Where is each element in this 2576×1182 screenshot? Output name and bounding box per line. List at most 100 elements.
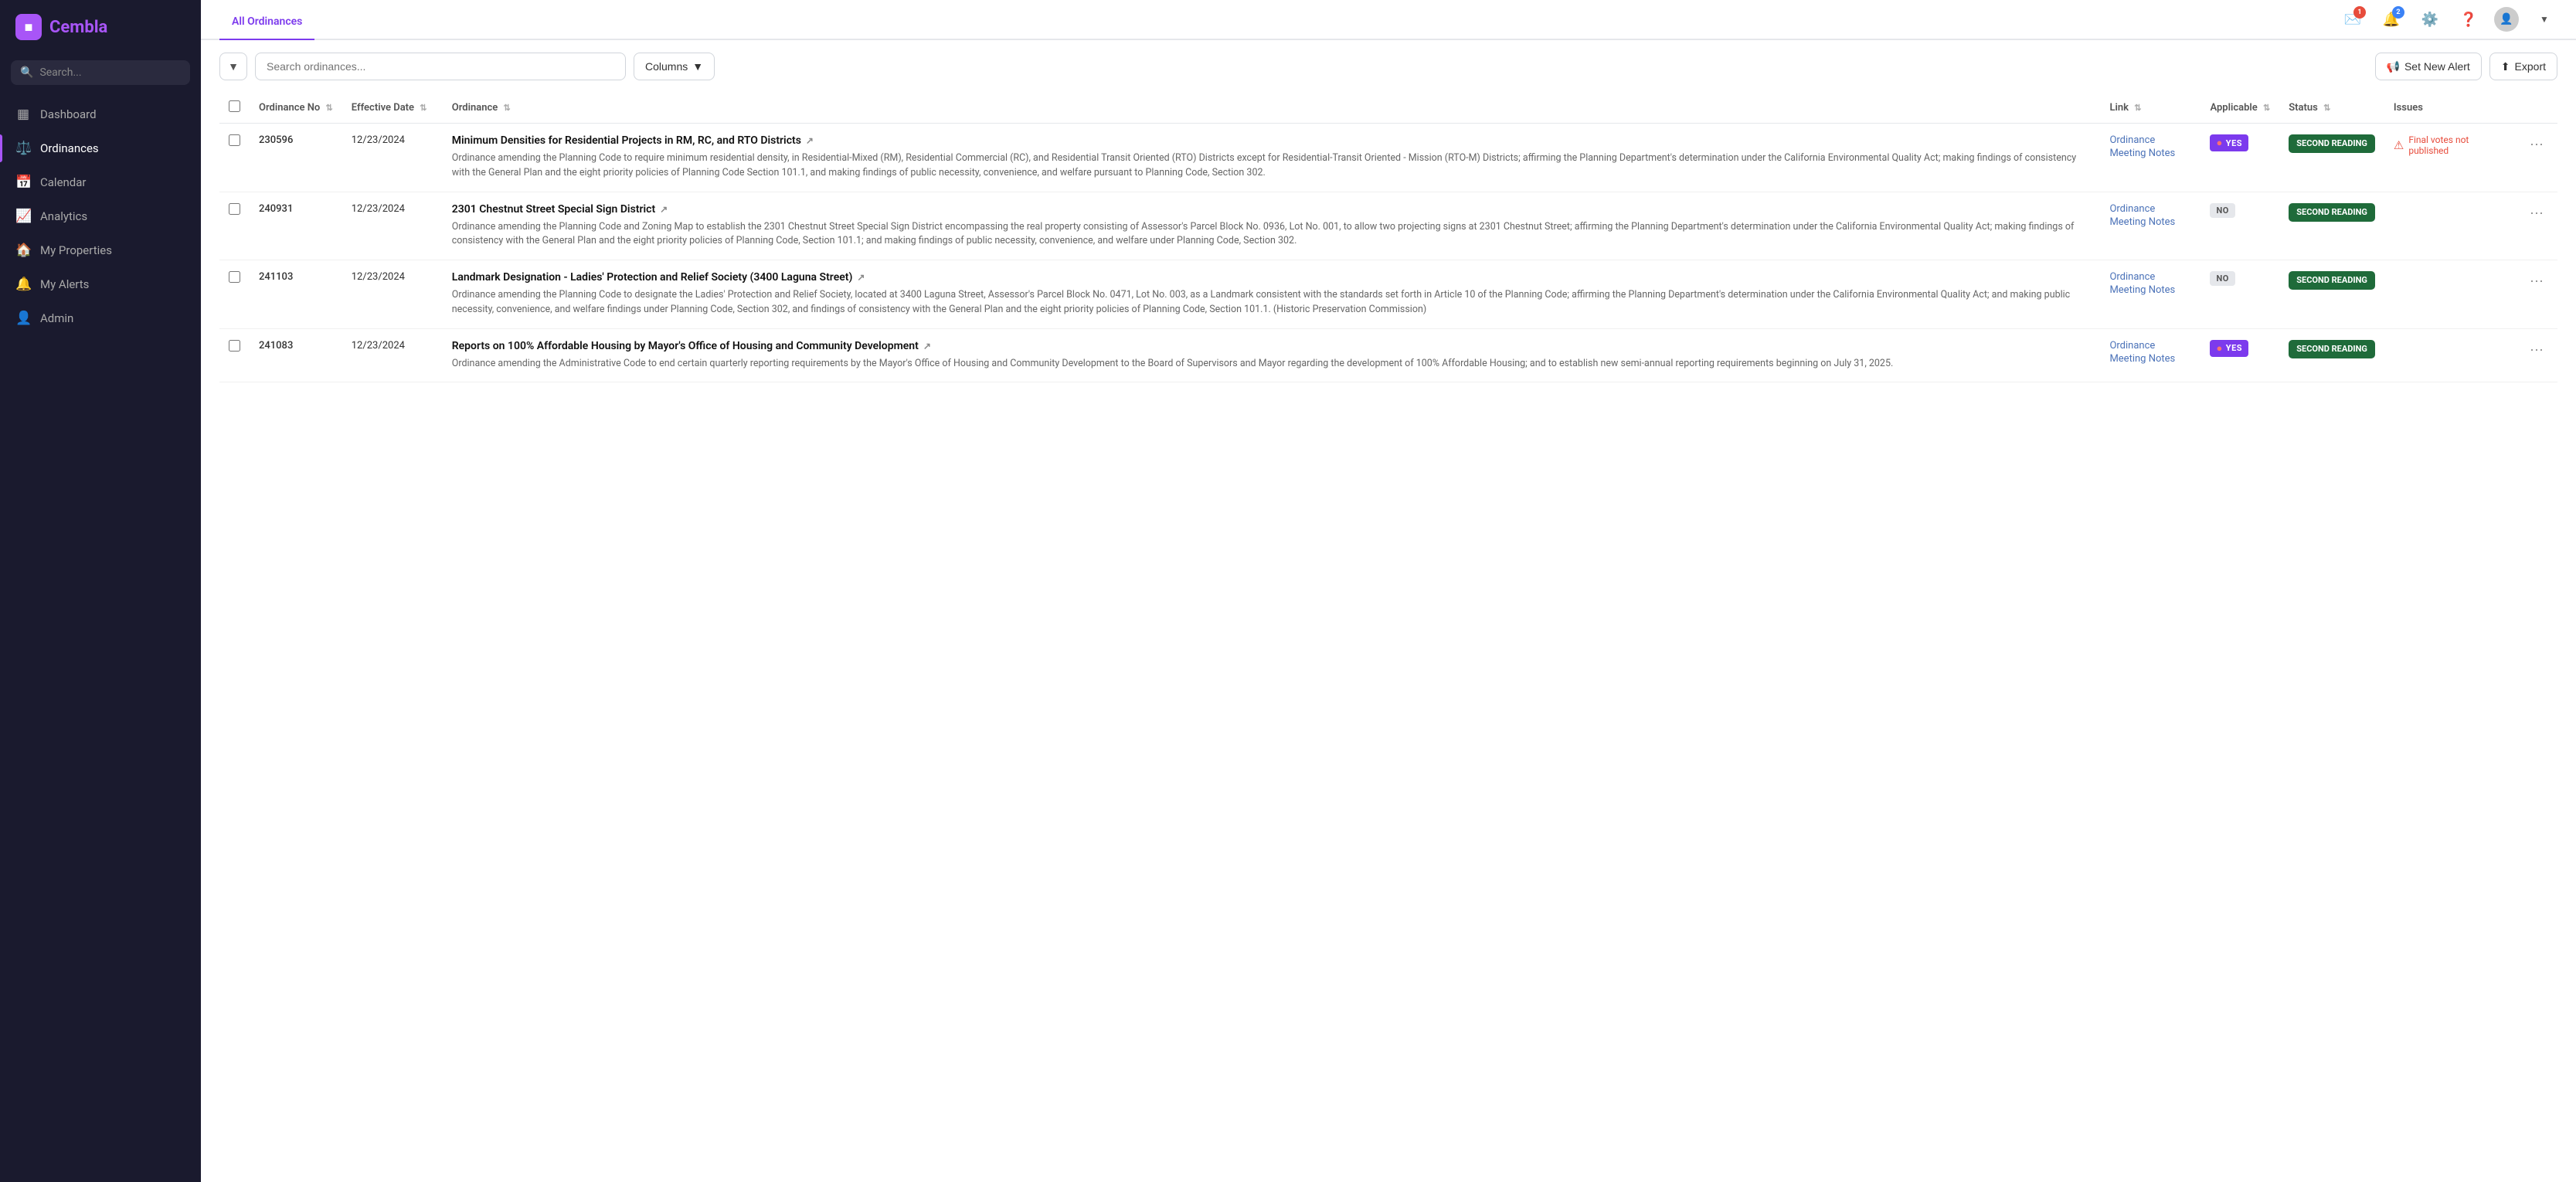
- row-more-button[interactable]: ···: [2525, 271, 2548, 290]
- sidebar-item-my-alerts[interactable]: 🔔 My Alerts: [0, 267, 201, 301]
- ordinance-title: Minimum Densities for Residential Projec…: [452, 134, 2092, 147]
- admin-icon: 👤: [15, 311, 31, 326]
- logo-icon: ■: [15, 14, 42, 40]
- ordinance-title: Reports on 100% Affordable Housing by Ma…: [452, 340, 2092, 352]
- help-button[interactable]: ❓: [2455, 6, 2482, 32]
- ordinance-title: 2301 Chestnut Street Special Sign Distri…: [452, 203, 2092, 216]
- row-more-button[interactable]: ···: [2525, 203, 2548, 222]
- row-more-button[interactable]: ···: [2525, 134, 2548, 154]
- sidebar-item-admin[interactable]: 👤 Admin: [0, 301, 201, 335]
- effective-date: 12/23/2024: [352, 203, 405, 215]
- search-input[interactable]: [255, 53, 626, 80]
- col-issues[interactable]: Issues: [2384, 93, 2516, 124]
- row-more-button[interactable]: ···: [2525, 340, 2548, 359]
- content-area: ▼ Columns ▼ 📢 Set New Alert ⬆ Export: [201, 40, 2576, 1182]
- applicable-yes-badge: ● YES: [2210, 340, 2248, 357]
- applicable-yes-badge: ● YES: [2210, 134, 2248, 151]
- export-label: Export: [2515, 60, 2546, 73]
- search-icon: 🔍: [20, 66, 33, 79]
- columns-chevron-icon: ▼: [692, 60, 703, 73]
- alert-icon: 📢: [2387, 60, 2400, 73]
- status-badge: SECOND READING: [2289, 271, 2375, 290]
- user-avatar[interactable]: 👤: [2494, 7, 2519, 32]
- tab-bar: All Ordinances: [219, 0, 314, 39]
- app-logo[interactable]: ■ Cembla: [0, 0, 201, 54]
- user-menu-button[interactable]: ▼: [2531, 6, 2557, 32]
- sort-icon: ⇅: [2263, 103, 2270, 113]
- main-content: All Ordinances ✉️ 1 🔔 2 ⚙️ ❓ 👤 ▼ ▼ Colum…: [201, 0, 2576, 1182]
- ordinance-number: 241083: [259, 340, 293, 352]
- table-row: 241083 12/23/2024 Reports on 100% Afford…: [219, 328, 2557, 382]
- meeting-notes-link[interactable]: Meeting Notes: [2109, 284, 2191, 296]
- dashboard-icon: ▦: [15, 107, 31, 122]
- columns-label: Columns: [645, 60, 688, 73]
- sidebar-item-label: Admin: [40, 311, 73, 325]
- external-link-icon[interactable]: ↗: [923, 341, 931, 352]
- sidebar-item-label: My Alerts: [40, 277, 89, 291]
- meeting-notes-link[interactable]: Meeting Notes: [2109, 148, 2191, 159]
- col-effective-date[interactable]: Effective Date ⇅: [342, 93, 443, 124]
- set-alert-button[interactable]: 📢 Set New Alert: [2375, 53, 2482, 80]
- external-link-icon[interactable]: ↗: [806, 135, 814, 146]
- analytics-icon: 📈: [15, 209, 31, 224]
- sidebar-item-dashboard[interactable]: ▦ Dashboard: [0, 97, 201, 131]
- ordinance-link[interactable]: Ordinance: [2109, 271, 2191, 283]
- sidebar-item-my-properties[interactable]: 🏠 My Properties: [0, 233, 201, 267]
- table-row: 240931 12/23/2024 2301 Chestnut Street S…: [219, 192, 2557, 260]
- issue-text: Final votes not published: [2408, 134, 2506, 156]
- sidebar-item-calendar[interactable]: 📅 Calendar: [0, 165, 201, 199]
- messages-badge: 1: [2353, 6, 2366, 19]
- table-row: 241103 12/23/2024 Landmark Designation -…: [219, 260, 2557, 329]
- ordinance-link[interactable]: Ordinance: [2109, 340, 2191, 352]
- sidebar-item-label: My Properties: [40, 243, 112, 257]
- effective-date: 12/23/2024: [352, 340, 405, 352]
- status-badge: SECOND READING: [2289, 134, 2375, 153]
- ordinance-description: Ordinance amending the Administrative Co…: [452, 357, 2092, 372]
- notifications-button[interactable]: 🔔 2: [2378, 6, 2404, 32]
- filter-button[interactable]: ▼: [219, 53, 247, 80]
- col-status[interactable]: Status ⇅: [2279, 93, 2384, 124]
- sidebar-item-analytics[interactable]: 📈 Analytics: [0, 199, 201, 233]
- col-applicable[interactable]: Applicable ⇅: [2200, 93, 2279, 124]
- issue-warning: ⚠ Final votes not published: [2394, 134, 2506, 156]
- ordinance-link[interactable]: Ordinance: [2109, 203, 2191, 215]
- meeting-notes-link[interactable]: Meeting Notes: [2109, 216, 2191, 228]
- topbar: All Ordinances ✉️ 1 🔔 2 ⚙️ ❓ 👤 ▼: [201, 0, 2576, 40]
- properties-icon: 🏠: [15, 243, 31, 258]
- sidebar-item-label: Ordinances: [40, 141, 99, 155]
- col-link[interactable]: Link ⇅: [2100, 93, 2200, 124]
- table-row: 230596 12/23/2024 Minimum Densities for …: [219, 124, 2557, 192]
- applicable-no-badge: NO: [2210, 203, 2234, 218]
- alerts-icon: 🔔: [15, 277, 31, 292]
- col-ordinance-no[interactable]: Ordinance No ⇅: [250, 93, 342, 124]
- row-checkbox[interactable]: [229, 134, 240, 146]
- notifications-badge: 2: [2392, 6, 2404, 19]
- alert-label: Set New Alert: [2404, 60, 2470, 73]
- external-link-icon[interactable]: ↗: [660, 204, 668, 215]
- effective-date: 12/23/2024: [352, 271, 405, 283]
- tab-all-ordinances[interactable]: All Ordinances: [219, 15, 314, 40]
- messages-button[interactable]: ✉️ 1: [2340, 6, 2366, 32]
- filter-bar: ▼ Columns ▼ 📢 Set New Alert ⬆ Export: [219, 53, 2557, 80]
- effective-date: 12/23/2024: [352, 134, 405, 146]
- meeting-notes-link[interactable]: Meeting Notes: [2109, 353, 2191, 365]
- warning-icon: ⚠: [2394, 138, 2404, 152]
- search-box[interactable]: 🔍 Search...: [11, 60, 190, 85]
- select-all-checkbox[interactable]: [229, 100, 240, 112]
- row-checkbox[interactable]: [229, 271, 240, 283]
- row-checkbox[interactable]: [229, 340, 240, 352]
- ordinance-description: Ordinance amending the Planning Code to …: [452, 151, 2092, 181]
- settings-button[interactable]: ⚙️: [2417, 6, 2443, 32]
- sort-icon: ⇅: [420, 103, 427, 113]
- sidebar-item-ordinances[interactable]: ⚖️ Ordinances: [0, 131, 201, 165]
- sort-icon: ⇅: [503, 103, 510, 113]
- app-name: Cembla: [49, 18, 107, 37]
- row-checkbox[interactable]: [229, 203, 240, 215]
- export-button[interactable]: ⬆ Export: [2489, 53, 2557, 80]
- ordinance-link[interactable]: Ordinance: [2109, 134, 2191, 146]
- col-ordinance[interactable]: Ordinance ⇅: [443, 93, 2101, 124]
- sort-icon: ⇅: [2323, 103, 2330, 113]
- calendar-icon: 📅: [15, 175, 31, 190]
- external-link-icon[interactable]: ↗: [857, 272, 865, 283]
- columns-button[interactable]: Columns ▼: [634, 53, 715, 80]
